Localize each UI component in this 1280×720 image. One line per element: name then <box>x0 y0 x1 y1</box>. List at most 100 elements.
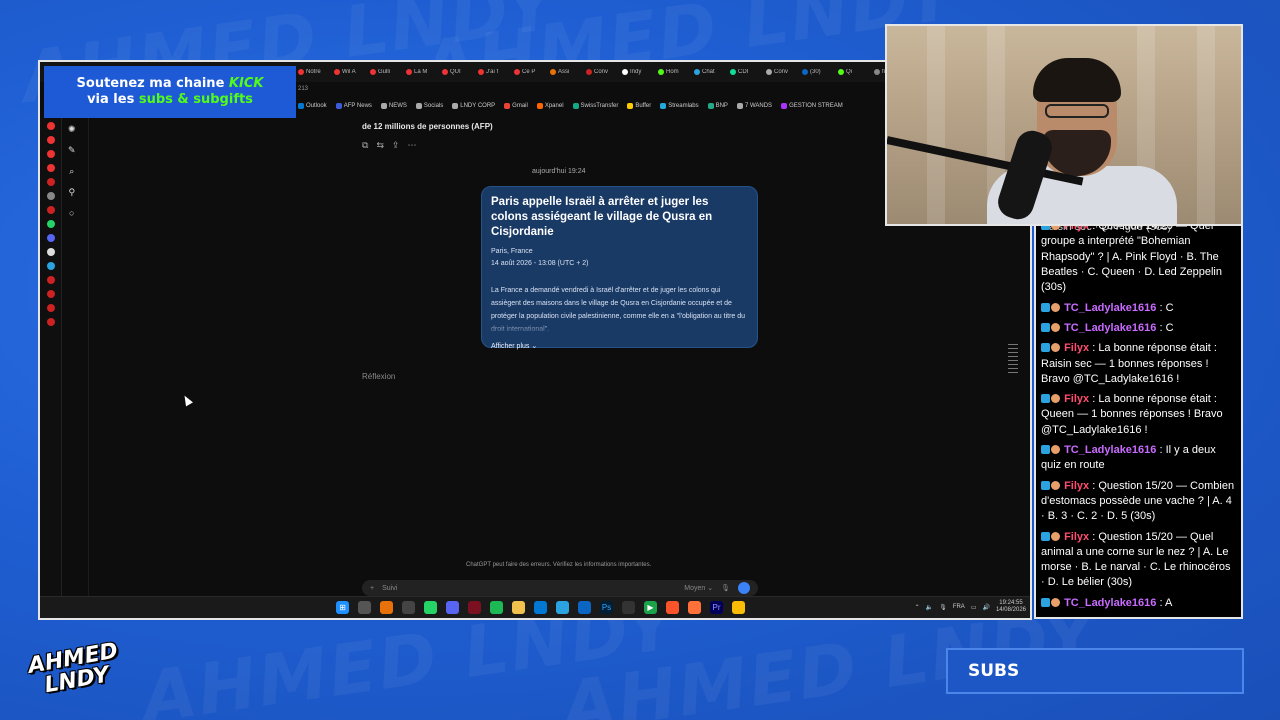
chat-username[interactable]: Filyx <box>1064 531 1089 543</box>
bookmark-item[interactable]: SwissTransfer <box>572 103 618 109</box>
bookmark-item[interactable]: AFP News <box>335 103 372 109</box>
browser-tab[interactable]: CDI <box>730 69 762 75</box>
bookmark-item[interactable]: NEWS <box>380 103 407 109</box>
browser-tab[interactable]: Assi <box>550 69 582 75</box>
mic-icon[interactable]: 🎙 <box>939 604 947 611</box>
branch-icon[interactable]: ⇆ <box>376 140 384 151</box>
browser-tab[interactable]: Hom <box>658 69 690 75</box>
discord-icon[interactable] <box>46 234 55 242</box>
app-icon[interactable] <box>46 276 55 284</box>
voice-mode-button[interactable] <box>738 582 750 594</box>
app-icon[interactable] <box>622 601 635 614</box>
mic-icon[interactable]: 🎙 <box>721 584 730 592</box>
history-icon[interactable] <box>46 304 55 312</box>
whatsapp-icon[interactable] <box>46 220 55 228</box>
download-icon[interactable] <box>46 290 55 298</box>
telegram-icon[interactable] <box>46 262 55 270</box>
browser-tab[interactable]: Gulli <box>370 69 402 75</box>
more-icon[interactable]: ⋯ <box>408 140 417 151</box>
browser-tab[interactable]: J'ai f <box>478 69 510 75</box>
browser-tab[interactable]: Qi <box>838 69 870 75</box>
photoshop-icon[interactable]: Ps <box>600 601 613 614</box>
discord-icon[interactable] <box>446 601 459 614</box>
app-icon[interactable] <box>46 178 55 186</box>
browser-tab[interactable]: La M <box>406 69 438 75</box>
composer-input[interactable]: Suivi <box>382 585 397 592</box>
tab-favicon-icon <box>442 69 448 75</box>
search-icon[interactable] <box>380 601 393 614</box>
x-icon[interactable] <box>46 248 55 256</box>
browser-tab[interactable]: Conv <box>586 69 618 75</box>
browser-tab[interactable]: Ce P <box>514 69 546 75</box>
model-selector[interactable]: Moyen ⌄ <box>684 584 713 592</box>
brave-icon[interactable] <box>666 601 679 614</box>
app-icon[interactable] <box>46 192 55 200</box>
app-icon[interactable] <box>46 136 55 144</box>
chat-username[interactable]: Filyx <box>1064 393 1089 405</box>
app-icon[interactable] <box>46 150 55 158</box>
clock[interactable]: 19:24:55 14/08/2026 <box>996 600 1026 614</box>
chat-username[interactable]: TC_Ladylake1616 <box>1064 322 1156 334</box>
chat-separator: : <box>1156 321 1166 334</box>
browser-tab[interactable]: Wil A <box>334 69 366 75</box>
app-icon[interactable] <box>46 206 55 214</box>
app-icon[interactable] <box>578 601 591 614</box>
show-more-button[interactable]: Afficher plus ⌄ <box>491 342 748 350</box>
browser-tab[interactable]: Indy <box>622 69 654 75</box>
spotify-icon[interactable] <box>490 601 503 614</box>
pin-icon[interactable]: ⚲ <box>68 187 75 198</box>
chrome-icon[interactable] <box>732 601 745 614</box>
search-icon[interactable]: ⌕ <box>69 166 74 177</box>
chevron-up-icon[interactable]: ⌃ <box>915 604 920 611</box>
whatsapp-icon[interactable] <box>424 601 437 614</box>
browser-tab[interactable]: Chat <box>694 69 726 75</box>
browser-tab[interactable]: QUI <box>442 69 474 75</box>
browser-tab[interactable]: Conv <box>766 69 798 75</box>
bookmark-item[interactable]: Gmail <box>504 103 528 109</box>
taskview-icon[interactable] <box>358 601 371 614</box>
obs-icon[interactable] <box>402 601 415 614</box>
app-icon[interactable] <box>534 601 547 614</box>
thinking-status: Réflexion <box>362 372 396 381</box>
language-indicator[interactable]: FRA <box>953 604 965 610</box>
bookmark-item[interactable]: LNDY CORP <box>452 103 495 109</box>
volume-icon[interactable]: 🔊 <box>982 604 989 611</box>
chat-username[interactable]: Filyx <box>1064 480 1089 492</box>
bookmark-item[interactable]: Buffer <box>627 103 651 109</box>
firefox-icon[interactable] <box>688 601 701 614</box>
settings-icon[interactable] <box>46 318 55 326</box>
app-icon[interactable] <box>46 164 55 172</box>
app-icon[interactable] <box>46 122 55 130</box>
network-icon[interactable]: ▭ <box>971 604 977 611</box>
play-icon[interactable]: ▶ <box>644 601 657 614</box>
browser-tab[interactable]: (30) <box>802 69 834 75</box>
circle-icon[interactable]: ○ <box>69 208 74 218</box>
plus-icon[interactable]: + <box>370 585 374 592</box>
chat-username[interactable]: Filyx <box>1064 226 1089 232</box>
windows-start-icon[interactable]: ⊞ <box>336 601 349 614</box>
bookmark-item[interactable]: Socials <box>415 103 443 109</box>
chatgpt-logo-icon[interactable]: ✺ <box>68 124 76 135</box>
copy-icon[interactable]: ⧉ <box>362 140 368 151</box>
chat-username[interactable]: TC_Ladylake1616 <box>1064 444 1156 456</box>
scroll-indicator[interactable] <box>1008 344 1018 373</box>
telegram-icon[interactable] <box>556 601 569 614</box>
new-chat-icon[interactable]: ✎ <box>68 145 76 156</box>
bookmark-item[interactable]: Streamlabs <box>660 103 699 109</box>
explorer-icon[interactable] <box>512 601 525 614</box>
bookmark-item[interactable]: Xpanel <box>536 103 564 109</box>
tab-favicon-icon <box>874 69 880 75</box>
bookmark-item[interactable]: BNP <box>707 103 728 109</box>
browser-tab[interactable]: Notre <box>298 69 330 75</box>
opera-icon[interactable] <box>468 601 481 614</box>
speaker-icon[interactable]: 🔈 <box>926 604 933 611</box>
chat-username[interactable]: TC_Ladylake1616 <box>1064 597 1156 609</box>
premiere-icon[interactable]: Pr <box>710 601 723 614</box>
composer[interactable]: + Suivi Moyen ⌄ 🎙 <box>362 580 758 596</box>
bookmark-item[interactable]: Outlook <box>298 103 327 109</box>
chat-username[interactable]: Filyx <box>1064 342 1089 354</box>
bookmark-item[interactable]: 7 WANDS <box>736 103 772 109</box>
share-icon[interactable]: ⇪ <box>392 140 400 151</box>
bookmark-item[interactable]: GESTION STREAM <box>781 103 843 109</box>
chat-username[interactable]: TC_Ladylake1616 <box>1064 302 1156 314</box>
